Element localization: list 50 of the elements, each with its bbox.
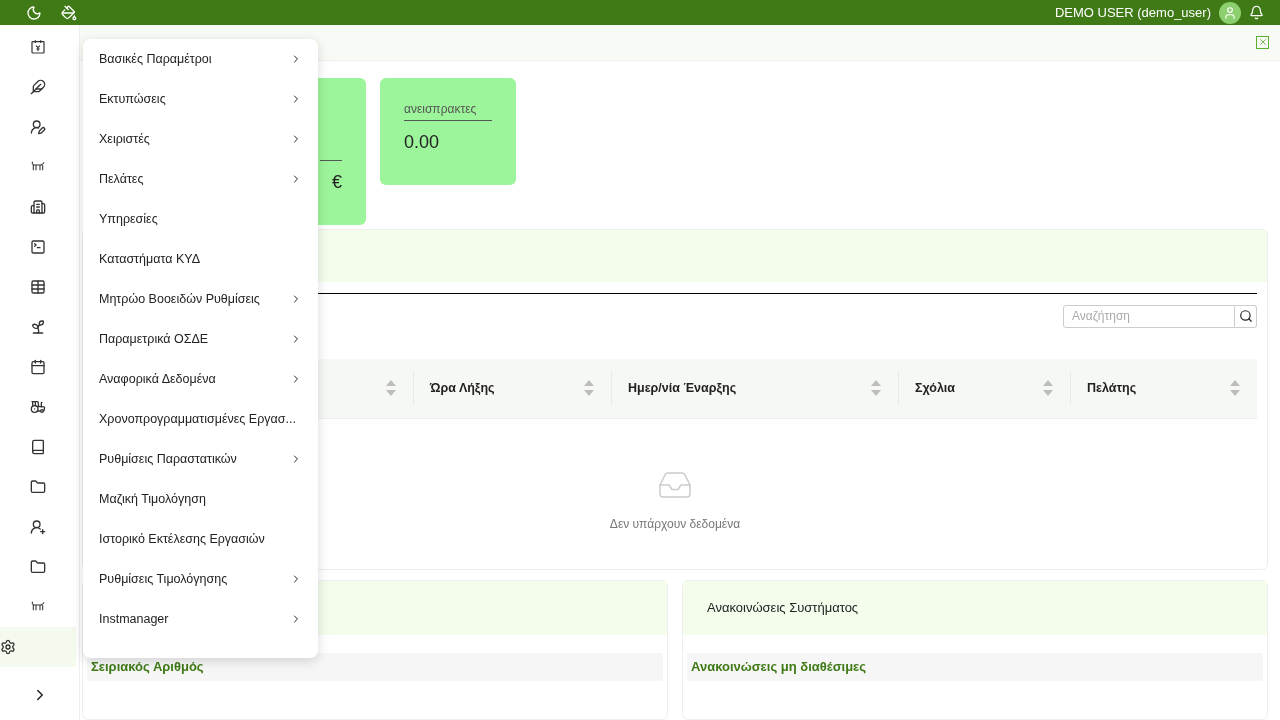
user-edit-icon	[30, 119, 46, 135]
column-header: Πελάτης	[1087, 380, 1137, 398]
menu-item[interactable]: Χρονοπρογραμματισμένες Εργασ...	[83, 399, 318, 439]
close-icon[interactable]	[1256, 35, 1269, 49]
table-icon	[30, 279, 46, 295]
column-header: Ημερ/νία Έναρξης	[628, 380, 737, 398]
card-value: €	[332, 170, 342, 194]
section-heading: Σειριακός Αριθμός	[91, 658, 204, 677]
menu-item[interactable]: Ρυθμίσεις Παραστατικών	[83, 439, 318, 479]
column-header: Ώρα Λήξης	[430, 380, 495, 398]
user-add-icon	[30, 519, 46, 535]
tractor-icon	[30, 399, 46, 415]
building-icon	[30, 199, 46, 215]
menu-item[interactable]: Εκτυπώσεις	[83, 79, 318, 119]
paint-bucket-icon[interactable]	[61, 4, 77, 21]
menu-item[interactable]: Μαζική Τιμολόγηση	[83, 479, 318, 519]
column-header: Σχόλια	[915, 380, 955, 398]
settings-icon	[0, 639, 16, 655]
search-icon	[1238, 309, 1253, 324]
bell-icon[interactable]	[1249, 5, 1264, 20]
search-field[interactable]: Αναζήτηση	[1063, 304, 1235, 328]
calendar-icon	[30, 39, 46, 55]
menu-item[interactable]: Αναφορικά Δεδομένα	[83, 359, 318, 399]
user-name: DEMO USER (demo_user)	[1054, 3, 1211, 22]
menu-item[interactable]: Βασικές Παραμέτροι	[83, 39, 318, 79]
menu-item[interactable]: Παραμετρικά ΟΣΔΕ	[83, 319, 318, 359]
empty-message: Δεν υπάρχουν δεδομένα	[609, 515, 741, 533]
menu-item[interactable]: Instmanager	[83, 599, 318, 639]
menu-item[interactable]: Ρυθμίσεις Τιμολόγησης	[83, 559, 318, 599]
card-label: ανεισπρακτες	[404, 99, 492, 121]
folder-icon	[30, 559, 46, 575]
menu-item[interactable]: Χειριστές	[83, 119, 318, 159]
moon-icon[interactable]	[26, 4, 42, 21]
calendar-icon	[30, 359, 46, 375]
menu-item[interactable]: Καταστήματα ΚΥΔ	[83, 239, 318, 279]
avatar[interactable]	[1219, 1, 1241, 24]
book-icon	[30, 439, 46, 455]
folder-icon	[30, 479, 46, 495]
terminal-icon	[30, 239, 46, 255]
panel-title: Ανακοινώσεις Συστήματος	[707, 599, 859, 618]
section-heading: Ανακοινώσεις μη διαθέσιμες	[691, 658, 867, 677]
menu-item[interactable]: Υπηρεσίες	[83, 199, 318, 239]
sprout-icon	[30, 319, 46, 335]
menu-item[interactable]: Ιστορικό Εκτέλεσης Εργασιών	[83, 519, 318, 559]
menu-item[interactable]: Πελάτες	[83, 159, 318, 199]
feather-icon	[30, 79, 46, 95]
menu-item[interactable]: Μητρώο Βοοειδών Ρυθμίσεις	[83, 279, 318, 319]
card-value: 0.00	[404, 130, 441, 154]
sidebar-item[interactable]	[0, 627, 76, 667]
search-button[interactable]	[1235, 304, 1257, 328]
